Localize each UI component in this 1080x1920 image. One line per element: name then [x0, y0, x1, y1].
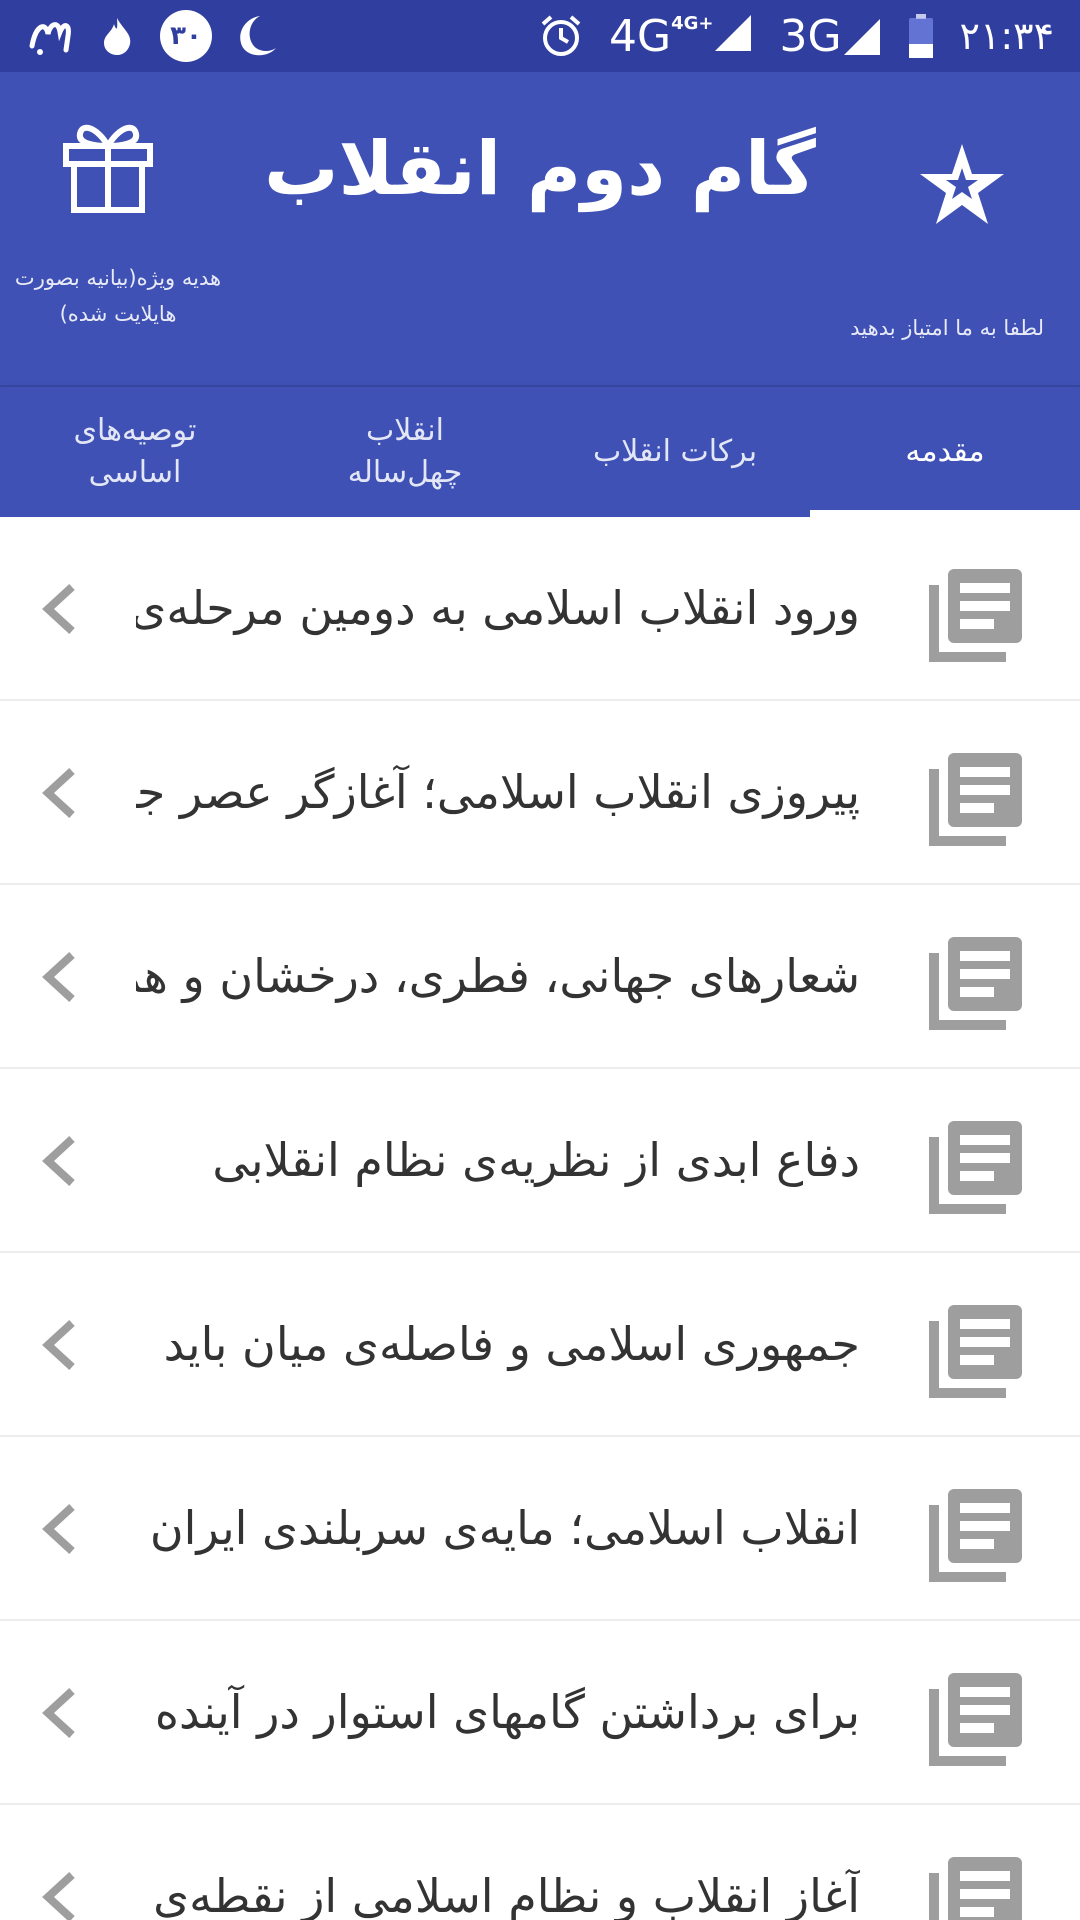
tab-label: انقلاب چهل‌ساله [347, 413, 463, 490]
list-item-title: آغاز انقلاب و نظام اسلامی از نقطه‌ی [153, 1869, 860, 1920]
network-4g-plus-label: 4G+ [671, 12, 714, 34]
list-item[interactable]: پیروزی انقلاب اسلامی؛ آغازگر عصر جدید [0, 701, 1080, 885]
status-bar-left: ۳۰ [26, 10, 278, 62]
tab-revolution-blessings[interactable]: برکات انقلاب [540, 387, 810, 517]
article-icon [929, 1857, 1022, 1920]
list-item-title: دفاع ابدی از نظریه‌ی نظام انقلابی [212, 1133, 860, 1187]
article-icon [929, 1121, 1022, 1214]
star-icon [920, 144, 1004, 224]
list-item-title: شعارهای جهانی، فطری، درخشان و همیشه زنده [136, 949, 860, 1003]
article-icon [929, 1489, 1022, 1582]
tab-introduction[interactable]: مقدمه [810, 387, 1080, 517]
tab-bar: مقدمه برکات انقلاب انقلاب چهل‌ساله توصیه… [0, 385, 1080, 517]
article-icon [929, 753, 1022, 846]
network-3g-label: 3G [779, 10, 842, 62]
rate-caption: لطفا به ما امتیاز بدهید [850, 316, 1044, 340]
chevron-left-icon [42, 952, 75, 1002]
list-item[interactable]: ورود انقلاب اسلامی به دومین مرحله‌ی [0, 517, 1080, 701]
app-notification-icon [26, 16, 74, 56]
list-item[interactable]: دفاع ابدی از نظریه‌ی نظام انقلابی [0, 1069, 1080, 1253]
list-item[interactable]: انقلاب اسلامی؛ مایه‌ی سربلندی ایران [0, 1437, 1080, 1621]
tab-forty-year-revolution[interactable]: انقلاب چهل‌ساله [270, 387, 540, 517]
chevron-left-icon [42, 1688, 75, 1738]
list-item[interactable]: شعارهای جهانی، فطری، درخشان و همیشه زنده [0, 885, 1080, 1069]
tab-label: مقدمه [905, 434, 985, 469]
network-4g-label: 4G [608, 10, 672, 62]
list-item-title: انقلاب اسلامی؛ مایه‌ی سربلندی ایران [149, 1501, 860, 1555]
list-item-title: جمهوری اسلامی و فاصله‌ی میان باید [163, 1317, 860, 1371]
chevron-left-icon [42, 1320, 75, 1370]
chevron-left-icon [42, 768, 75, 818]
list-item-title: ورود انقلاب اسلامی به دومین مرحله‌ی [136, 581, 860, 635]
status-bar: ۳۰ 4G 4G+ 3G ۲۱:۳۴ [0, 0, 1080, 72]
signal-3g-icon [842, 15, 882, 57]
article-icon [929, 1673, 1022, 1766]
notification-count-badge: ۳۰ [160, 10, 212, 62]
article-icon [929, 1305, 1022, 1398]
chevron-left-icon [42, 1504, 75, 1554]
signal-4g-icon [713, 11, 753, 53]
list-item[interactable]: جمهوری اسلامی و فاصله‌ی میان باید [0, 1253, 1080, 1437]
list-item[interactable]: آغاز انقلاب و نظام اسلامی از نقطه‌ی [0, 1805, 1080, 1920]
gift-caption: هدیه ویژه(بیانیه بصورت هایلایت شده) [14, 266, 222, 326]
battery-icon [908, 14, 934, 58]
status-bar-right: 4G 4G+ 3G ۲۱:۳۴ [539, 11, 1054, 62]
chevron-left-icon [42, 584, 75, 634]
list-item[interactable]: برای برداشتن گامهای استوار در آینده [0, 1621, 1080, 1805]
tab-label: برکات انقلاب [592, 434, 758, 469]
article-icon [929, 569, 1022, 662]
tab-basic-recommendations[interactable]: توصیه‌های اساسی [0, 387, 270, 517]
rate-button[interactable] [916, 138, 1008, 230]
chevron-left-icon [42, 1136, 75, 1186]
alarm-icon [539, 14, 583, 58]
app-header: هدیه ویژه(بیانیه بصورت هایلایت شده) گام … [0, 72, 1080, 385]
tab-label: توصیه‌های اساسی [73, 413, 197, 490]
moon-icon [238, 14, 278, 58]
chapter-list: ورود انقلاب اسلامی به دومین مرحله‌ی پیرو… [0, 517, 1080, 1920]
list-item-title: پیروزی انقلاب اسلامی؛ آغازگر عصر جدید [136, 765, 860, 819]
article-icon [929, 937, 1022, 1030]
clock: ۲۱:۳۴ [959, 14, 1054, 58]
flame-icon [100, 16, 134, 56]
list-item-title: برای برداشتن گامهای استوار در آینده [154, 1685, 860, 1739]
chevron-left-icon [42, 1872, 75, 1920]
